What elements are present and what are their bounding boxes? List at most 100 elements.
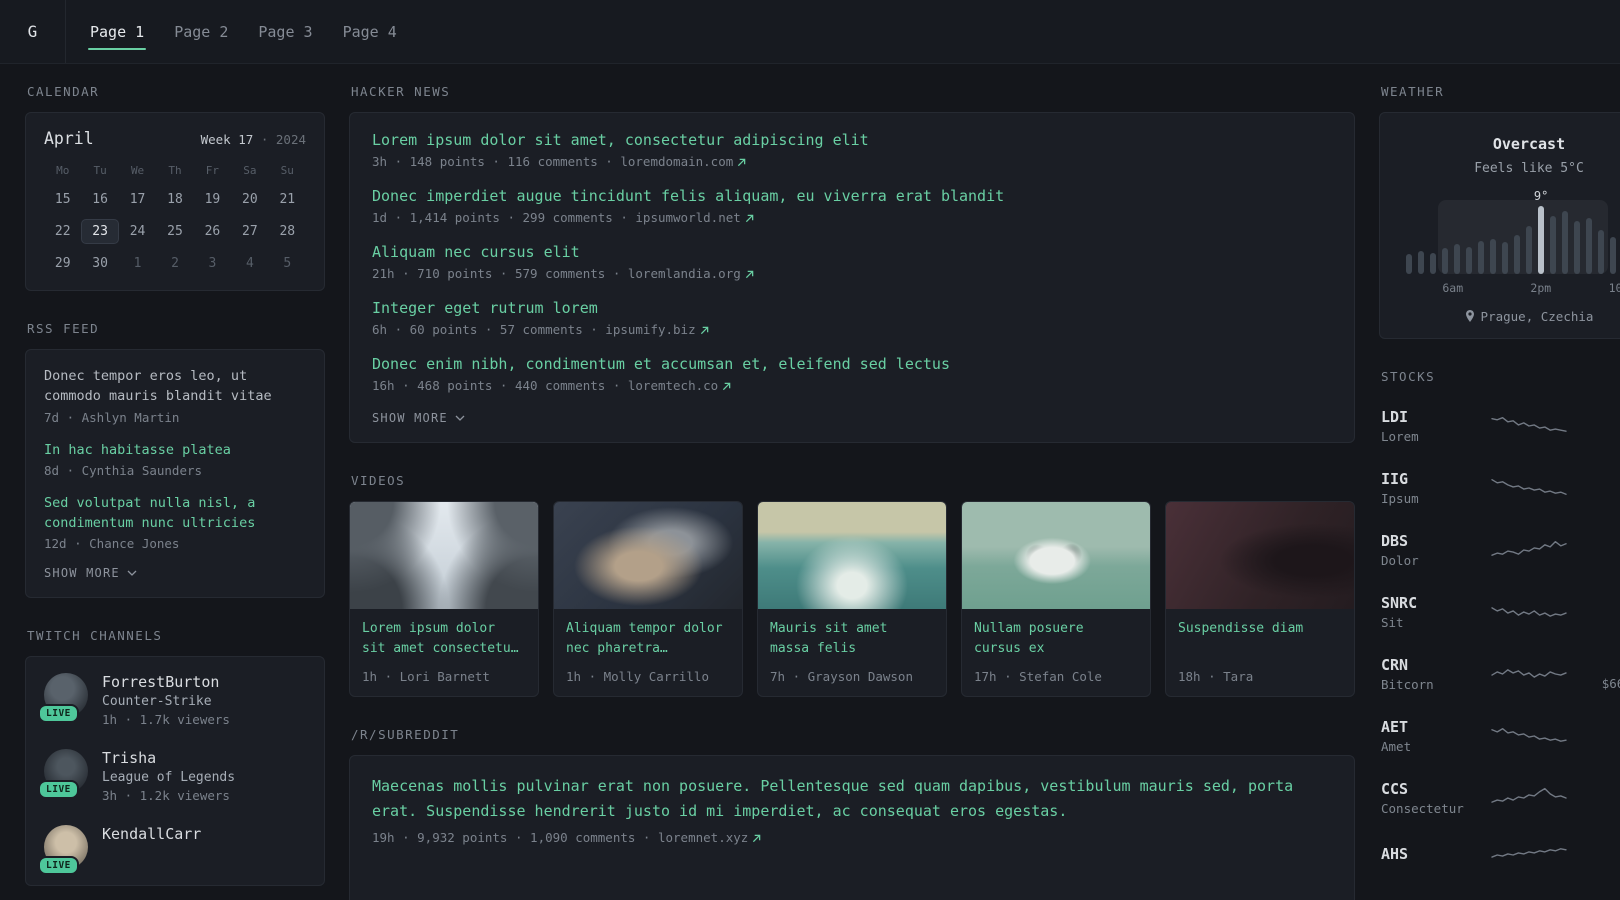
hn-item-domain[interactable]: loremdomain.com: [620, 154, 746, 169]
calendar-day: 20: [242, 192, 258, 207]
calendar-day: 19: [204, 192, 221, 207]
weather-time-label: 6am: [1442, 281, 1464, 295]
rss-show-more-button[interactable]: SHOW MORE: [44, 566, 137, 580]
weather-bar: [1442, 248, 1448, 274]
stock-name: Bitcorn: [1381, 677, 1434, 692]
weather-bar: [1586, 218, 1592, 274]
stock-row[interactable]: DBS Dolor +1.42% $156.28: [1379, 519, 1620, 581]
stock-sparkline: [1477, 842, 1581, 868]
weather-bar: [1502, 242, 1508, 274]
channel-name[interactable]: ForrestBurton: [102, 673, 230, 691]
stock-sparkline: [1477, 785, 1581, 811]
video-card[interactable]: Suspendisse diam 18h · Tara: [1165, 501, 1355, 697]
video-thumbnail[interactable]: [1166, 502, 1354, 609]
calendar-card: April Week 17 · 2024 Mo Tu We Th Fr Sa S…: [25, 112, 325, 291]
weather-card: Overcast Feels like 5°C 9° 6am 2pm 10pm Pr…: [1379, 112, 1620, 339]
channel-category[interactable]: League of Legends: [102, 770, 235, 785]
calendar-day: 25: [167, 224, 183, 239]
hn-item: Integer eget rutrum lorem 6h · 60 points…: [372, 299, 1332, 337]
video-title[interactable]: Aliquam tempor dolor nec pharetra…: [566, 619, 730, 660]
hn-item-title[interactable]: Integer eget rutrum lorem: [372, 299, 1332, 317]
reddit-post: Maecenas mollis pulvinar erat non posuer…: [372, 774, 1332, 845]
hn-item-title[interactable]: Donec imperdiet augue tincidunt felis al…: [372, 187, 1332, 205]
video-meta: 1h · Molly Carrillo: [566, 669, 709, 684]
hn-item-title[interactable]: Donec enim nibh, condimentum et accumsan…: [372, 355, 1332, 373]
video-title[interactable]: Nullam posuere cursus ex: [974, 619, 1138, 660]
weekday-label: Th: [168, 164, 182, 177]
hn-item-title[interactable]: Aliquam nec cursus elit: [372, 243, 1332, 261]
stock-symbol: SNRC: [1381, 594, 1418, 612]
weather-bar: [1418, 250, 1424, 274]
video-title[interactable]: Suspendisse diam: [1178, 619, 1342, 660]
stock-row[interactable]: SNRC Sit +1.36% $148.64: [1379, 581, 1620, 643]
channel-avatar[interactable]: LIVE: [38, 673, 88, 724]
video-title[interactable]: Lorem ipsum dolor sit amet consectetu…: [362, 619, 526, 660]
channel-category[interactable]: Counter-Strike: [102, 694, 230, 709]
video-card[interactable]: Lorem ipsum dolor sit amet consectetu… 1…: [349, 501, 539, 697]
rss-item-title[interactable]: Sed volutpat nulla nisl, a condimentum n…: [44, 493, 306, 534]
hn-item-meta: 3h · 148 points · 116 comments · loremdo…: [372, 154, 1332, 169]
video-card[interactable]: Aliquam tempor dolor nec pharetra… 1h · …: [553, 501, 743, 697]
video-meta: 17h · Stefan Cole: [974, 669, 1102, 684]
calendar-day-today: 23: [81, 219, 119, 244]
hn-show-more-button[interactable]: SHOW MORE: [372, 411, 465, 425]
tab-page-2[interactable]: Page 2: [172, 0, 230, 63]
app-logo[interactable]: G: [0, 0, 66, 63]
hn-item-title[interactable]: Lorem ipsum dolor sit amet, consectetur …: [372, 131, 1332, 149]
weekday-label: Tu: [93, 164, 107, 177]
tab-page-4[interactable]: Page 4: [341, 0, 399, 63]
rss-item-meta: 12d · Chance Jones: [44, 536, 180, 552]
reddit-post-domain[interactable]: loremnet.xyz: [658, 830, 761, 845]
hn-item-domain[interactable]: ipsumworld.net: [635, 210, 754, 225]
weekday-label: Sa: [243, 164, 257, 177]
stock-row[interactable]: CCS Consectetur +0.51% $165.84: [1379, 767, 1620, 829]
stock-row[interactable]: AHS +0.46%: [1379, 829, 1620, 881]
channel-avatar[interactable]: LIVE: [38, 825, 88, 876]
external-link-icon: [723, 382, 731, 391]
stock-symbol: AHS: [1381, 844, 1409, 863]
calendar-month: April: [44, 129, 94, 148]
weather-feels-like: Feels like 5°C: [1474, 161, 1584, 176]
weather-bar: [1562, 211, 1568, 274]
stock-row[interactable]: IIG Ipsum +2.84% $42.04: [1379, 457, 1620, 519]
calendar-day: 28: [279, 224, 296, 239]
calendar-day: 30: [92, 256, 108, 271]
tab-page-3[interactable]: Page 3: [256, 0, 314, 63]
stock-row[interactable]: LDI Lorem +4.35% $795.18: [1379, 395, 1620, 457]
video-thumbnail[interactable]: [554, 502, 742, 609]
stock-row[interactable]: CRN Bitcorn -1.00% $66,171.48: [1379, 643, 1620, 705]
video-title[interactable]: Mauris sit amet massa felis: [770, 619, 934, 660]
video-card[interactable]: Nullam posuere cursus ex 17h · Stefan Co…: [961, 501, 1151, 697]
weather-bar: [1478, 241, 1484, 274]
weather-time-label: 10pm: [1608, 281, 1620, 295]
video-thumbnail[interactable]: [962, 502, 1150, 609]
tab-page-1[interactable]: Page 1: [88, 0, 147, 63]
reddit-post-title[interactable]: Maecenas mollis pulvinar erat non posuer…: [372, 774, 1332, 824]
video-thumbnail[interactable]: [350, 502, 538, 609]
weather-bar-current: [1538, 206, 1544, 274]
rss-item-meta: 7d · Ashlyn Martin: [44, 409, 180, 425]
channel-name[interactable]: Trisha: [102, 749, 235, 767]
calendar-day: 26: [204, 224, 221, 239]
weather-bar: [1574, 220, 1580, 274]
stock-row[interactable]: AET Amet +0.92% $499.72: [1379, 705, 1620, 767]
chevron-down-icon: [127, 570, 137, 577]
video-thumbnail[interactable]: [758, 502, 946, 609]
hn-item-domain[interactable]: loremlandia.org: [628, 266, 754, 281]
hn-item-domain[interactable]: loremtech.co: [628, 378, 731, 393]
video-card[interactable]: Mauris sit amet massa felis 7h · Grayson…: [757, 501, 947, 697]
page-tabs: Page 1 Page 2 Page 3 Page 4: [66, 0, 399, 63]
hn-item-domain[interactable]: ipsumify.biz: [605, 322, 708, 337]
stock-symbol: LDI: [1381, 408, 1409, 426]
rss-item-title[interactable]: In hac habitasse platea: [44, 440, 306, 460]
rss-item-title[interactable]: Donec tempor eros leo, ut commodo mauris…: [44, 366, 306, 407]
weather-section-title: WEATHER: [1381, 84, 1445, 99]
weather-bar: [1406, 253, 1412, 274]
calendar-day-next-month: 4: [245, 256, 254, 271]
stock-symbol: IIG: [1381, 470, 1409, 488]
videos-row: Lorem ipsum dolor sit amet consectetu… 1…: [349, 501, 1355, 697]
channel-avatar[interactable]: LIVE: [38, 749, 88, 800]
weather-time-labels: 6am 2pm 10pm: [1406, 281, 1620, 296]
channel-name[interactable]: KendallCarr: [102, 825, 201, 843]
external-link-icon: [738, 158, 746, 167]
